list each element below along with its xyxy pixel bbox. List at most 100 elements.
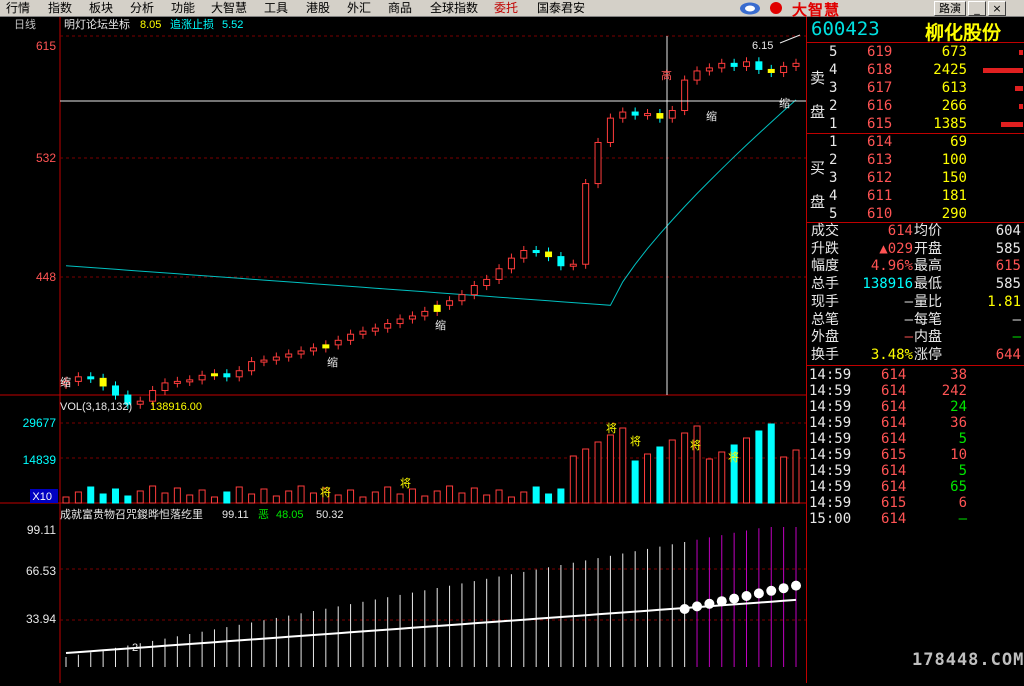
stat-row: 幅度 4.96% 最高 615 xyxy=(807,258,1024,275)
menu-item-7[interactable]: 港股 xyxy=(306,1,330,15)
tick-time: 14:59 xyxy=(809,399,852,415)
menu-item-2[interactable]: 板块 xyxy=(89,1,113,15)
indicator-value-1: 99.11 xyxy=(222,509,249,521)
indicator-dot xyxy=(778,583,789,594)
ask-level: 3 xyxy=(829,80,838,96)
indicator-axis-tick: 66.53 xyxy=(26,564,56,578)
volume-bar xyxy=(285,490,293,504)
volume-bar xyxy=(507,496,515,504)
volume-bar xyxy=(359,496,367,504)
tick-time: 14:59 xyxy=(809,415,852,431)
indicator-dot xyxy=(692,601,703,612)
close-button[interactable]: × xyxy=(988,1,1006,16)
candle-body xyxy=(681,79,689,112)
tick-row[interactable]: 14:59 614 24 xyxy=(807,399,1024,416)
tick-volume: 65 xyxy=(950,479,967,495)
stock-code: 600423 xyxy=(811,18,880,40)
indicator-axis-tick: 99.11 xyxy=(27,523,56,537)
stat-row: 成交 614 均价 604 xyxy=(807,223,1024,240)
candle-body xyxy=(384,323,392,329)
candle-body xyxy=(792,62,800,67)
candle-body xyxy=(334,339,342,346)
volume-bar xyxy=(767,423,775,504)
high-annotation: 6.15 xyxy=(752,40,773,52)
menu-item-11[interactable]: 委托 xyxy=(494,1,518,15)
tick-row[interactable]: 14:59 614 5 xyxy=(807,431,1024,448)
menu-item-6[interactable]: 工具 xyxy=(264,1,288,15)
candle-body xyxy=(235,370,243,378)
bid-volume: 100 xyxy=(941,152,967,168)
tick-volume: — xyxy=(958,511,967,527)
stat-value: 644 xyxy=(995,346,1021,363)
volume-bar xyxy=(99,493,107,504)
tick-row[interactable]: 14:59 614 5 xyxy=(807,463,1024,480)
stat-label: 换手 xyxy=(811,346,839,363)
ask-price: 616 xyxy=(867,98,893,114)
candle-body xyxy=(223,373,231,378)
volume-bar xyxy=(668,439,676,504)
brand-logo-icon xyxy=(740,2,782,15)
bid-price: 611 xyxy=(867,188,893,204)
tick-price: 615 xyxy=(881,495,907,511)
candle-body xyxy=(507,257,515,270)
stat-value: — xyxy=(1012,311,1021,328)
volume-bar xyxy=(384,486,392,504)
tick-price: 614 xyxy=(881,399,907,415)
candle-body xyxy=(161,382,169,392)
stock-chart[interactable]: 日线 明灯论坛坐标 8.05 追涨止损 5.526155324486.15缩缩缩缩缩高V… xyxy=(0,17,806,686)
volume-bar xyxy=(606,434,614,504)
candle-body xyxy=(693,70,701,81)
tick-row[interactable]: 14:59 615 10 xyxy=(807,447,1024,464)
stat-label: 每笔 xyxy=(914,311,942,328)
menu-item-3[interactable]: 分析 xyxy=(130,1,154,15)
menu-item-1[interactable]: 指数 xyxy=(48,1,72,15)
volume-bar xyxy=(248,493,256,504)
ask-level: 1 xyxy=(829,116,838,132)
menu-item-12[interactable]: 国泰君安 xyxy=(537,1,585,15)
tick-row[interactable]: 14:59 614 242 xyxy=(807,383,1024,400)
menu-item-0[interactable]: 行情 xyxy=(6,1,30,15)
chart-area[interactable]: 日线 明灯论坛坐标 8.05 追涨止损 5.52 615 532 448 6.15 缩缩缩缩缩高 V… xyxy=(0,17,806,686)
shrink-label: 缩 xyxy=(435,319,446,332)
route-button[interactable]: 路演 xyxy=(934,1,966,16)
tick-row[interactable]: 14:59 614 38 xyxy=(807,367,1024,384)
volume-bar xyxy=(149,485,157,504)
tick-row[interactable]: 14:59 614 65 xyxy=(807,479,1024,496)
ask-level: 4 xyxy=(829,62,838,78)
candle-body xyxy=(631,111,639,116)
menu-item-10[interactable]: 全球指数 xyxy=(430,1,478,15)
tick-row[interactable]: 14:59 615 6 xyxy=(807,495,1024,512)
tick-row[interactable]: 14:59 614 36 xyxy=(807,415,1024,432)
volume-bar xyxy=(309,492,317,504)
tick-price: 614 xyxy=(881,479,907,495)
stat-label: 成交 xyxy=(811,223,839,239)
volume-bar xyxy=(656,446,664,504)
minimize-button[interactable]: _ xyxy=(968,1,986,16)
stat-value: — xyxy=(904,311,913,328)
volume-bar xyxy=(186,494,194,504)
tick-price: 615 xyxy=(881,447,907,463)
candle-body xyxy=(186,379,194,383)
candle-body xyxy=(297,350,305,355)
menu-item-5[interactable]: 大智慧 xyxy=(211,1,247,15)
volume-bar xyxy=(631,460,639,504)
menu-item-4[interactable]: 功能 xyxy=(171,1,195,15)
tick-row[interactable]: 15:00 614 — xyxy=(807,511,1024,528)
indicator-marker-label: 2 xyxy=(132,642,138,654)
menu-item-8[interactable]: 外汇 xyxy=(347,1,371,15)
volume-bar xyxy=(569,455,577,504)
volume-bar xyxy=(582,448,590,504)
volume-bar xyxy=(396,493,404,504)
indicator-dot xyxy=(753,588,764,599)
stat-label: 量比 xyxy=(914,293,942,310)
candle-body xyxy=(248,361,256,372)
candle-body xyxy=(606,117,614,143)
candle-body xyxy=(371,327,379,332)
menu-item-9[interactable]: 商品 xyxy=(388,1,412,15)
volume-bar xyxy=(433,490,441,504)
tick-time: 15:00 xyxy=(809,511,852,527)
candle-body xyxy=(569,263,577,267)
candle-body xyxy=(483,278,491,287)
indicator-axis-tick: 33.94 xyxy=(26,612,56,626)
indicator-dot xyxy=(729,593,740,604)
